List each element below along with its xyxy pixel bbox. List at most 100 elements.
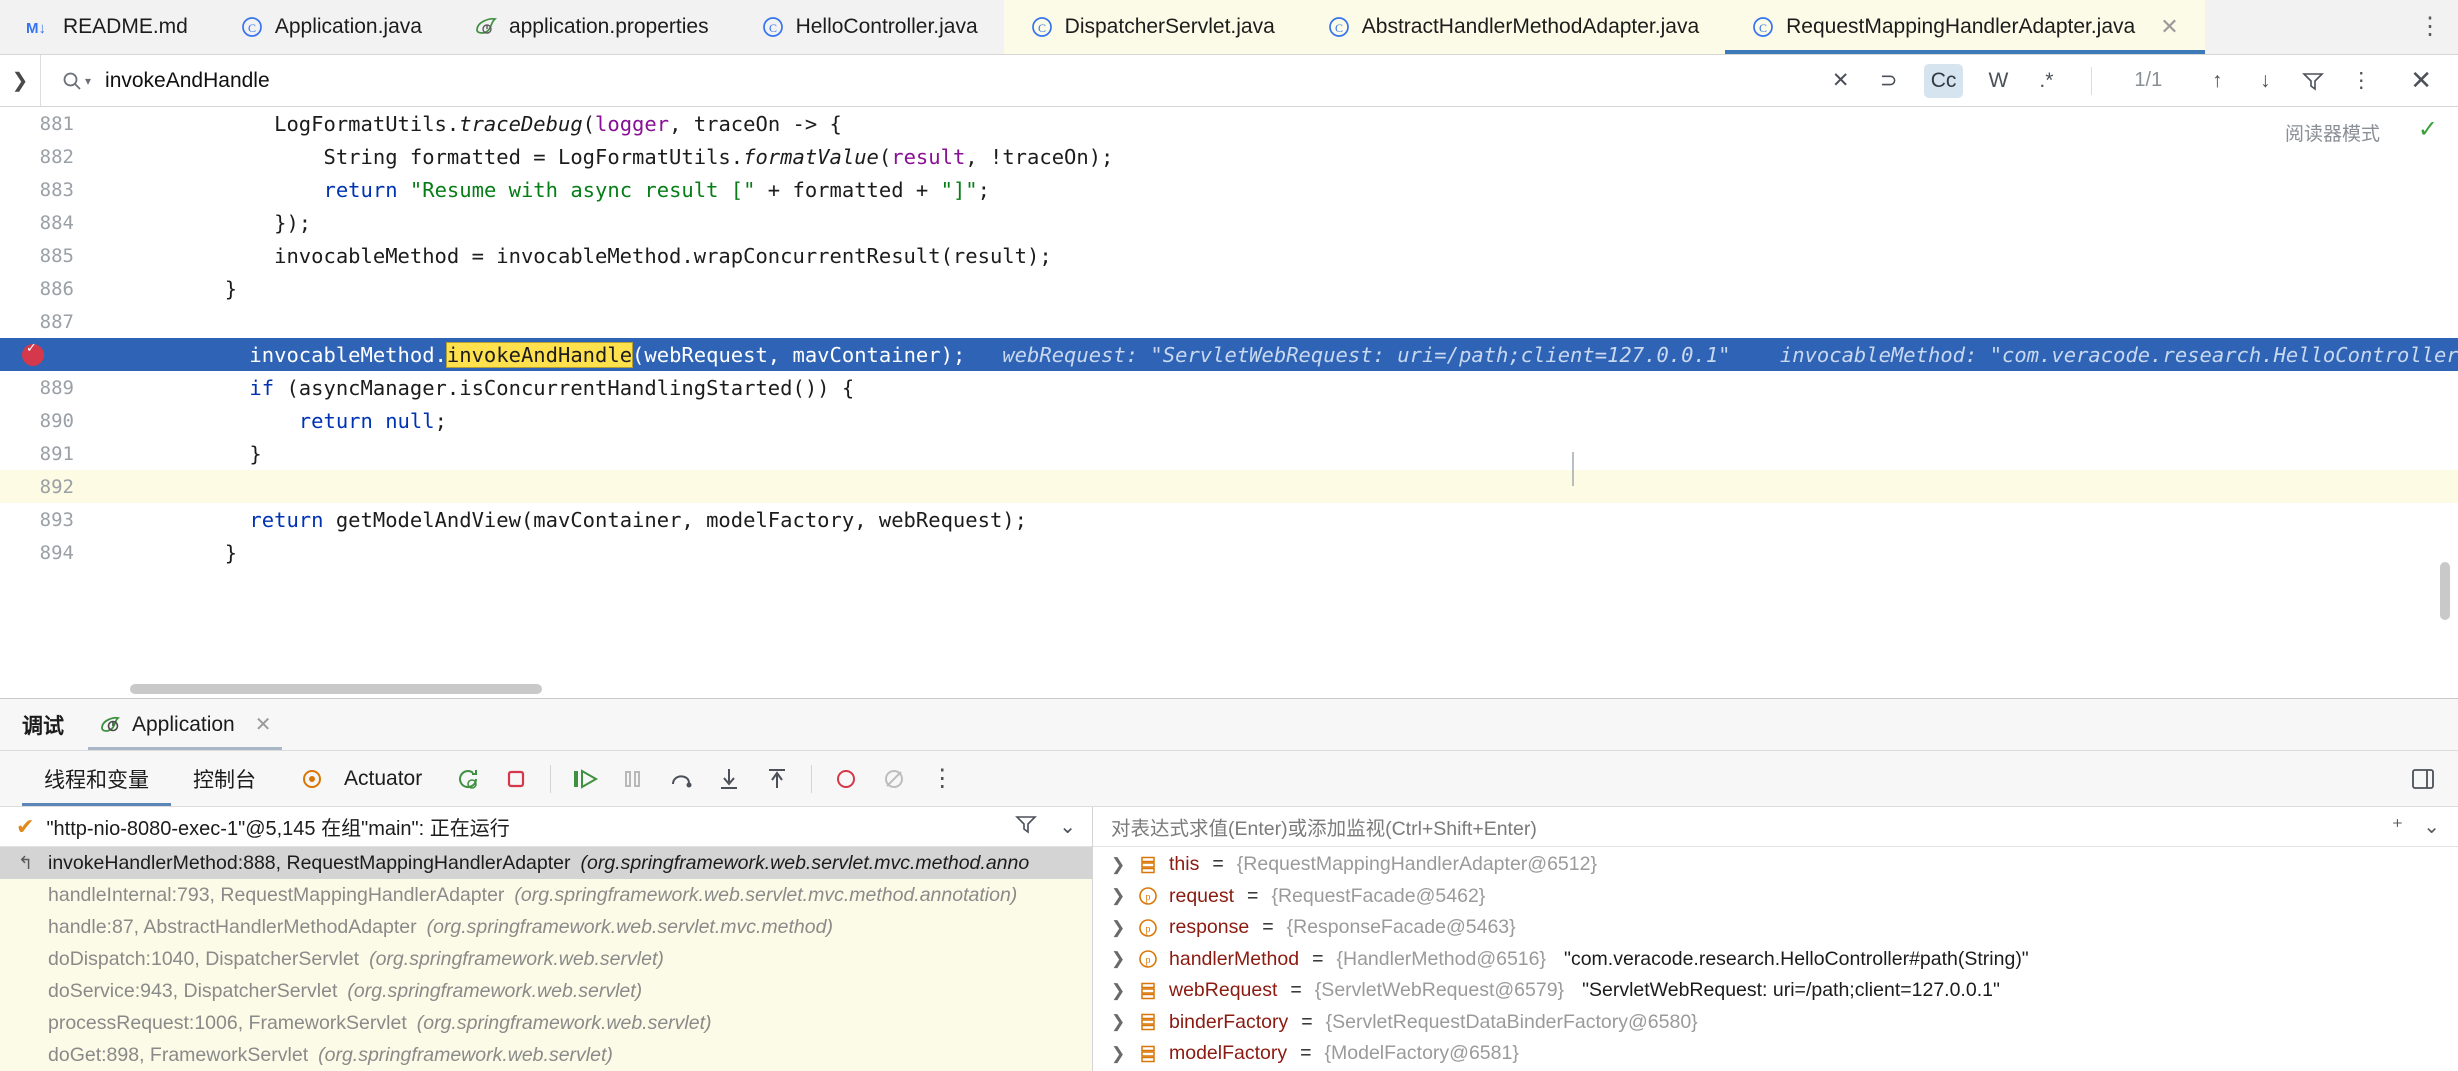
variable-row[interactable]: ❯ p handlerMethod = {HandlerMethod@6516} "com… [1093, 944, 2458, 976]
line-number: 889 [39, 376, 74, 399]
debug-toolbar: 线程和变量 控制台 Actuator ⋮ [0, 751, 2458, 807]
line-number: 887 [39, 310, 74, 333]
chevron-right-icon[interactable]: ❯ [1111, 886, 1127, 906]
call-stack-list[interactable]: ↰ invokeHandlerMethod:888, RequestMapping… [0, 847, 1092, 1071]
variable-row[interactable]: ❯ p response = {ResponseFacade@5463} [1093, 912, 2458, 944]
thread-selector[interactable]: ✔ "http-nio-8080-exec-1"@5,145 在组"main":… [0, 807, 1092, 847]
variable-row[interactable]: ❯ p request = {RequestFacade@5462} [1093, 881, 2458, 913]
view-breakpoints-icon[interactable] [822, 751, 870, 806]
find-options-icon[interactable]: ⋮ [2348, 64, 2374, 98]
pause-program-icon[interactable] [609, 751, 657, 806]
editor-tab-readme-md[interactable]: M↓ README.md [0, 0, 214, 54]
breakpoint-icon[interactable] [22, 341, 44, 366]
frame-method: doService:943, DispatcherServlet [48, 979, 338, 1002]
editor-tab-hellocontroller-java[interactable]: C HelloController.java [735, 0, 1004, 54]
editor-vertical-scrollbar[interactable] [2440, 562, 2450, 620]
close-run-tab-icon[interactable]: ✕ [255, 715, 272, 735]
filter-search-icon[interactable] [2300, 64, 2326, 98]
variable-row[interactable]: ❯ binderFactory = {ServletRequestDataBinder… [1093, 1007, 2458, 1039]
find-toolbar: ❯ ▾ invokeAndHandle ✕ ⊃ Cc W .* 1/1 ↑ ↓ … [0, 55, 2458, 107]
find-expand-icon[interactable]: ❯ [0, 68, 40, 93]
chevron-right-icon[interactable]: ❯ [1111, 949, 1127, 969]
stack-frame-item[interactable]: doService:943, DispatcherServlet (org.sp… [0, 975, 1092, 1007]
find-previous-icon[interactable]: ↑ [2204, 64, 2230, 98]
close-find-icon[interactable]: ✕ [2392, 65, 2458, 96]
code-line[interactable]: 885 invocableMethod = invocableMethod.wr… [0, 239, 2458, 272]
code-line[interactable]: 887 [0, 305, 2458, 338]
code-line[interactable]: 893 return getModelAndView(mavContainer,… [0, 503, 2458, 536]
thread-dropdown-icon[interactable]: ⌄ [1059, 814, 1076, 839]
find-input-container[interactable]: ▾ invokeAndHandle ✕ ⊃ Cc W .* 1/1 ↑ ↓ ⋮ [40, 55, 2392, 106]
editor-tab-application-java[interactable]: C Application.java [214, 0, 448, 54]
chevron-right-icon[interactable]: ❯ [1111, 981, 1127, 1001]
variable-row[interactable]: ❯ webRequest = {ServletWebRequest@6579} "Ser… [1093, 975, 2458, 1007]
evaluate-expression-field[interactable]: 对表达式求值(Enter)或添加监视(Ctrl+Shift+Enter) ⁺ ⌄ [1093, 807, 2458, 847]
code-editor[interactable]: 阅读器模式 ✓ 881 LogFormatUtils.traceDebug(lo… [0, 107, 2458, 698]
tab-console[interactable]: 控制台 [171, 751, 278, 806]
variable-row[interactable]: ❯ this = {RequestMappingHandlerAdapter@6512… [1093, 849, 2458, 881]
close-tab-icon[interactable]: ✕ [2160, 16, 2178, 38]
editor-tabs-more-icon[interactable]: ⋮ [2402, 0, 2458, 54]
stop-icon[interactable] [492, 751, 540, 806]
step-into-icon[interactable] [705, 751, 753, 806]
search-icon[interactable]: ▾ [61, 70, 91, 92]
stack-frame-item[interactable]: ↰ invokeHandlerMethod:888, RequestMapping… [0, 847, 1092, 879]
editor-tab-requestmappinghandleradapter-java[interactable]: C RequestMappingHandlerAdapter.java ✕ [1725, 0, 2205, 54]
editor-tab-dispatcherservlet-java[interactable]: C DispatcherServlet.java [1003, 0, 1301, 54]
code-line[interactable]: 883 return "Resume with async result [" … [0, 173, 2458, 206]
find-next-icon[interactable]: ↓ [2252, 64, 2278, 98]
run-config-label: Application [132, 712, 235, 736]
frame-method: invokeHandlerMethod:888, RequestMappingH… [48, 851, 571, 874]
code-line[interactable]: 881 LogFormatUtils.traceDebug(logger, tr… [0, 107, 2458, 140]
preserve-case-icon[interactable]: ⊃ [1876, 64, 1902, 98]
variables-list[interactable]: ❯ this = {RequestMappingHandlerAdapter@6512… [1093, 847, 2458, 1071]
editor-tab-application-properties[interactable]: application.properties [448, 0, 735, 54]
search-input[interactable]: invokeAndHandle [105, 69, 270, 93]
variable-row[interactable]: ❯ modelFactory = {ModelFactory@6581} [1093, 1038, 2458, 1070]
frame-package: (org.springframework.web.servlet.mvc.met… [426, 915, 833, 938]
watch-options-icon[interactable]: ⌄ [2423, 814, 2440, 839]
step-over-icon[interactable] [657, 751, 705, 806]
stack-frame-item[interactable]: doDispatch:1040, DispatcherServlet (org.… [0, 943, 1092, 975]
tab-threads-and-variables[interactable]: 线程和变量 [22, 751, 171, 806]
equals-sign: = [1262, 916, 1274, 939]
chevron-right-icon[interactable]: ❯ [1111, 918, 1127, 938]
code-line[interactable]: 886 } [0, 272, 2458, 305]
stack-frame-item[interactable]: handle:87, AbstractHandlerMethodAdapter … [0, 911, 1092, 943]
stack-frame-item[interactable]: doGet:898, FrameworkServlet (org.springf… [0, 1039, 1092, 1071]
code-text: return null; [298, 408, 447, 433]
clear-search-icon[interactable]: ✕ [1828, 64, 1854, 98]
frame-package: (org.springframework.web.servlet.mvc.met… [514, 883, 1018, 906]
thread-filter-icon[interactable] [1015, 814, 1038, 840]
code-line[interactable]: 894 } [0, 536, 2458, 569]
mute-breakpoints-icon[interactable] [870, 751, 918, 806]
code-line[interactable]: 891 } [0, 437, 2458, 470]
resume-program-icon[interactable] [561, 751, 609, 806]
code-line[interactable]: invocableMethod.invokeAndHandle(webReque… [0, 338, 2458, 371]
svg-text:C: C [1038, 21, 1046, 35]
stack-frame-item[interactable]: handleInternal:793, RequestMappingHandle… [0, 879, 1092, 911]
code-line[interactable]: 884 }); [0, 206, 2458, 239]
chevron-right-icon[interactable]: ❯ [1111, 1044, 1127, 1064]
rerun-debug-icon[interactable] [444, 751, 492, 806]
parameter-icon: p [1137, 948, 1159, 970]
code-line[interactable]: 889 if (asyncManager.isConcurrentHandlin… [0, 371, 2458, 404]
debug-more-options-icon[interactable]: ⋮ [918, 751, 966, 806]
run-configuration-tab[interactable]: Application ✕ [88, 699, 281, 750]
regex-button[interactable]: .* [2033, 64, 2059, 98]
chevron-right-icon[interactable]: ❯ [1111, 1012, 1127, 1032]
code-line[interactable]: 890 return null; [0, 404, 2458, 437]
code-line[interactable]: 882 String formatted = LogFormatUtils.fo… [0, 140, 2458, 173]
code-line[interactable]: 892 [0, 470, 2458, 503]
debug-layout-settings-icon[interactable] [2410, 766, 2458, 792]
chevron-right-icon[interactable]: ❯ [1111, 855, 1127, 875]
add-watch-icon[interactable]: ⁺ [2392, 814, 2404, 840]
match-case-button[interactable]: Cc [1923, 63, 1964, 98]
tab-actuator[interactable]: Actuator [278, 751, 444, 806]
variable-name: request [1169, 884, 1235, 907]
step-out-icon[interactable] [753, 751, 801, 806]
editor-tab-abstracthandlermethodadapter-java[interactable]: C AbstractHandlerMethodAdapter.java [1300, 0, 1726, 54]
stack-frame-item[interactable]: processRequest:1006, FrameworkServlet (o… [0, 1007, 1092, 1039]
whole-words-button[interactable]: W [1985, 64, 2011, 98]
editor-horizontal-scrollbar[interactable] [130, 684, 542, 694]
